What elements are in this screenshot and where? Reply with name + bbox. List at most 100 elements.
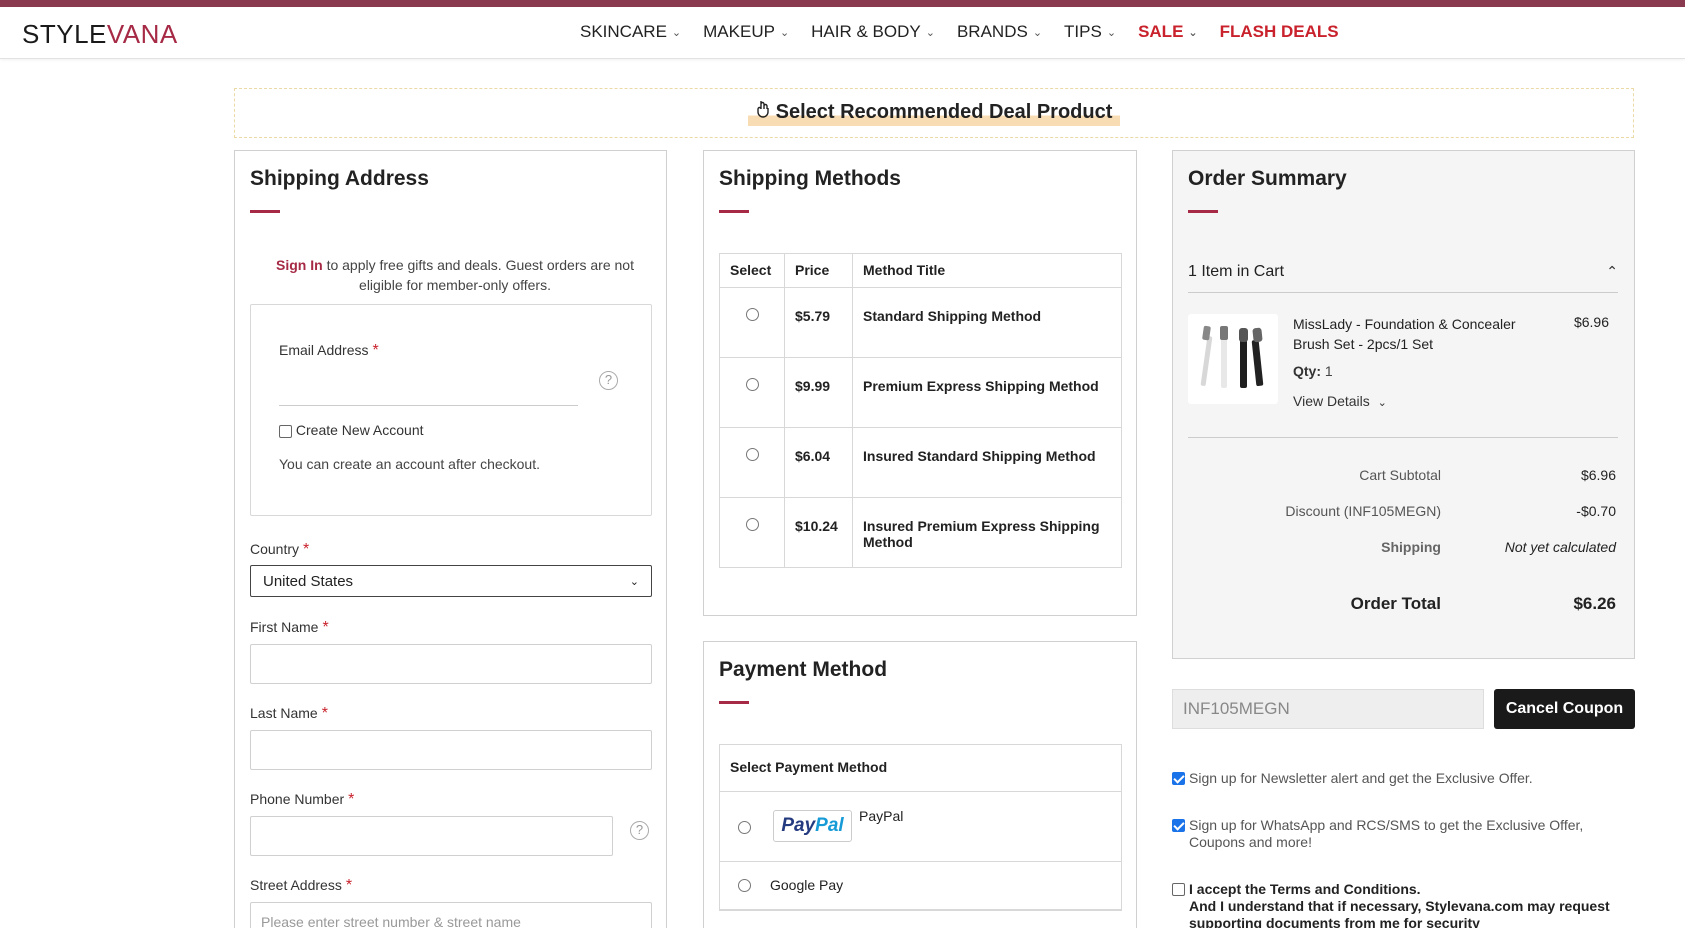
coupon-code-value: INF105MEGN [1183,699,1290,718]
table-row[interactable]: $5.79 Standard Shipping Method [719,287,1122,358]
country-value: United States [263,572,354,590]
shipping-radio[interactable] [745,308,759,321]
discount-value: -$0.70 [1576,503,1616,519]
last-name-label-row: Last Name * [250,705,328,723]
create-account-checkbox[interactable] [279,424,292,438]
first-name-label-row: First Name * [250,619,329,637]
order-total-label: Order Total [1350,594,1441,613]
phone-label-row: Phone Number * [250,791,354,809]
chevron-up-icon[interactable]: ⌃ [1606,263,1618,280]
payment-option-paypal[interactable]: Pay Pal PayPal [720,792,1121,862]
discount-label: Discount (INF105MEGN) [1285,503,1441,519]
terms-extra: And I understand that if necessary, Styl… [1189,898,1610,928]
shipping-radio[interactable] [745,448,759,461]
shipping-methods-title: Shipping Methods [719,167,901,190]
street-label-row: Street Address * [250,877,352,895]
shipping-methods-panel: Shipping Methods Select Price Method Tit… [703,150,1137,616]
phone-input[interactable] [250,816,613,856]
deal-banner[interactable]: Select Recommended Deal Product [234,88,1634,138]
cart-count: 1 Item in Cart [1188,263,1285,280]
nav-item-sale[interactable]: SALE ⌄ [1138,22,1198,42]
terms-link[interactable]: Terms and Conditions. [1270,881,1421,897]
column-header: Price [784,253,853,288]
chevron-down-icon: ⌄ [1377,397,1387,409]
email-label-row: Email Address * [279,342,379,360]
help-icon[interactable]: ? [599,371,618,390]
nav-item-flash-deals[interactable]: FLASH DEALS [1220,22,1339,42]
nav-item-makeup[interactable]: MAKEUP ⌄ [703,22,789,42]
email-section: Email Address * ? Create New Account You … [250,304,652,516]
select-cell [719,287,785,358]
nav-item-brands[interactable]: BRANDS ⌄ [957,22,1042,42]
country-label: Country [250,541,300,557]
order-summary-title: Order Summary [1188,167,1347,190]
cart-subtotal-value: $6.96 [1580,467,1616,483]
required-mark: * [321,705,328,722]
title-underline [719,701,749,704]
nav-label: FLASH DEALS [1219,22,1339,41]
shipping-radio[interactable] [745,378,759,391]
chevron-down-icon: ⌄ [1032,26,1043,39]
required-mark: * [322,619,329,636]
first-name-input[interactable] [250,644,652,684]
street-input[interactable]: Please enter street number & street name [250,902,652,928]
shipping-address-panel: Shipping Address Sign In to apply free g… [234,150,667,928]
newsletter-checkbox[interactable] [1172,772,1185,785]
google-pay-label: Google Pay [770,877,844,893]
nav-label: SALE [1138,22,1184,41]
shipping-address-title: Shipping Address [250,167,429,190]
product-price: $6.96 [1573,314,1609,330]
create-account-row[interactable]: Create New Account [279,422,424,438]
payment-method-header: Select Payment Method [720,745,1121,792]
nav-item-tips[interactable]: TIPS ⌄ [1064,22,1116,42]
cart-subtotal-label: Cart Subtotal [1359,467,1441,483]
paypal-radio[interactable] [738,821,751,834]
qty-value: 1 [1324,363,1333,379]
last-name-input[interactable] [250,730,652,770]
terms-checkbox[interactable] [1172,883,1185,896]
divider [1188,292,1618,293]
table-row[interactable]: $6.04 Insured Standard Shipping Method [719,427,1122,498]
paypal-logo-part: Pay [781,815,816,836]
price-cell: $10.24 [784,497,853,568]
email-input[interactable] [279,405,578,406]
terms-text: I accept the Terms and Conditions. And I … [1189,881,1629,928]
phone-label: Phone Number [250,791,345,807]
street-placeholder: Please enter street number & street name [261,914,521,928]
sign-in-note-text: to apply free gifts and deals. Guest ord… [322,257,634,293]
chevron-down-icon: ⌄ [1106,26,1117,39]
street-label: Street Address [250,877,342,893]
cancel-coupon-button[interactable]: Cancel Coupon [1494,689,1635,729]
table-row[interactable]: $9.99 Premium Express Shipping Method [719,357,1122,428]
site-header: STYLEVANA SKINCARE ⌄ MAKEUP ⌄ HAIR & BODY ⌄… [0,7,1685,59]
sign-in-link[interactable]: Sign In [276,257,323,273]
nav-label: HAIR & BODY [811,22,921,41]
payment-method-panel: Payment Method Select Payment Method Pay… [703,641,1137,928]
google-pay-radio[interactable] [738,879,751,892]
nav-label: MAKEUP [703,22,775,41]
chevron-down-icon: ⌄ [1188,26,1198,39]
first-name-label: First Name [250,619,319,635]
view-details-toggle[interactable]: View Details ⌄ [1293,393,1387,409]
payment-method-list: Select Payment Method Pay Pal PayPal Goog… [719,744,1122,911]
coupon-code-input[interactable]: INF105MEGN [1172,689,1484,729]
nav-item-hair-body[interactable]: HAIR & BODY ⌄ [811,22,935,42]
payment-method-title: Payment Method [719,658,888,681]
divider [1188,437,1618,438]
shipping-label: Shipping [1381,539,1441,555]
nav-item-skincare[interactable]: SKINCARE ⌄ [580,22,681,42]
whatsapp-checkbox[interactable] [1172,819,1185,832]
payment-option-google-pay[interactable]: Google Pay [720,862,1121,910]
method-title-cell: Insured Premium Express Shipping Method [852,497,1122,568]
method-title-cell: Premium Express Shipping Method [852,357,1122,428]
country-select[interactable]: United States ⌄ [250,565,652,597]
site-logo[interactable]: STYLEVANA [22,19,178,50]
logo-main: STYLE [22,19,107,49]
table-header-row: Select Price Method Title [719,253,1122,288]
table-row[interactable]: $10.24 Insured Premium Express Shipping … [719,497,1122,568]
title-underline [250,210,280,213]
shipping-radio[interactable] [745,518,759,531]
paypal-label: PayPal [859,808,904,824]
required-mark: * [372,342,379,359]
help-icon[interactable]: ? [630,821,649,840]
